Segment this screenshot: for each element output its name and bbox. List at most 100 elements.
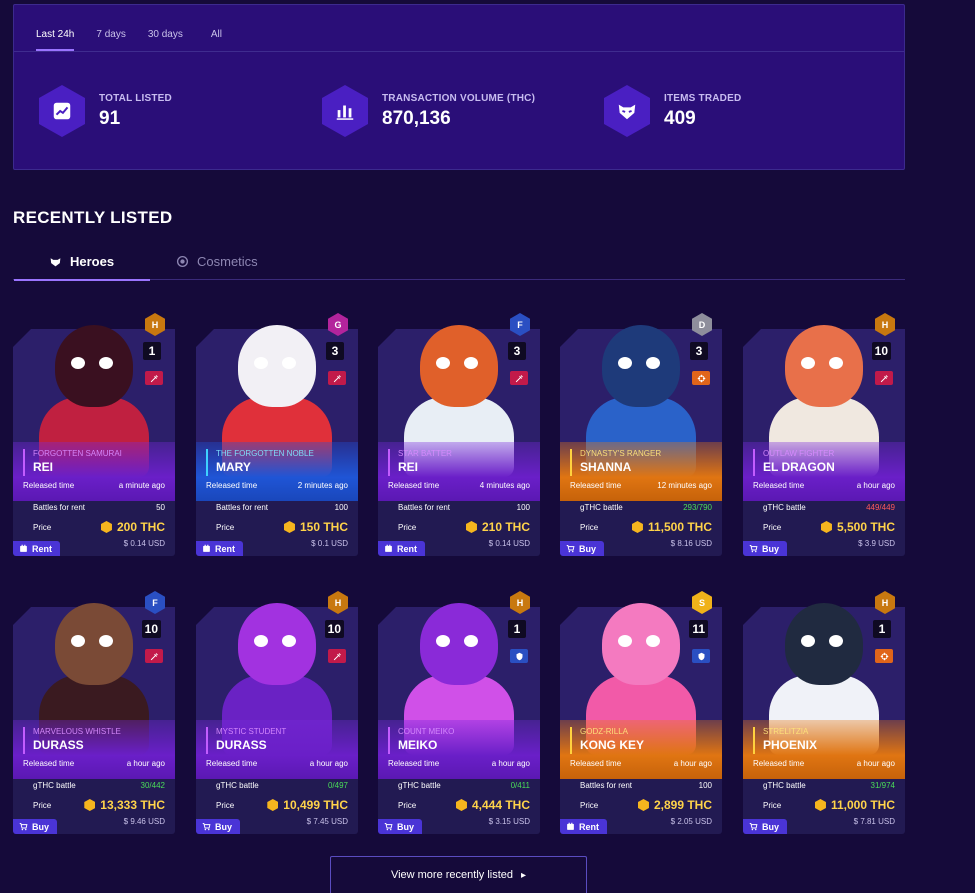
released-label: Released time xyxy=(388,759,440,768)
released-label: Released time xyxy=(206,759,258,768)
class-icon xyxy=(510,649,528,663)
rent-icon xyxy=(567,822,574,830)
tab-last-24h[interactable]: Last 24h xyxy=(36,5,75,51)
usd-value: $ 0.14 USD xyxy=(123,539,165,548)
rent-button[interactable]: Rent xyxy=(196,541,243,556)
level-badge: 10 xyxy=(324,620,344,638)
rent-button[interactable]: Rent xyxy=(560,819,607,834)
coin-icon xyxy=(465,521,477,533)
hero-card[interactable]: G 3 THE FORGOTTEN NOBLE MARY Released time 2 … xyxy=(196,301,358,556)
row-label: gTHC battle xyxy=(216,781,259,790)
price-label: Price xyxy=(763,522,782,532)
price-value: 150 THC xyxy=(299,520,348,534)
hero-title: MARVELOUS WHISTLE xyxy=(33,727,121,736)
row-value: 293/790 xyxy=(683,503,712,512)
hero-card[interactable]: H 1 STRELITZIA PHOENIX Released time a hour a… xyxy=(743,579,905,834)
coin-icon xyxy=(100,521,112,533)
released-label: Released time xyxy=(753,759,805,768)
row-value: 0/411 xyxy=(510,781,530,790)
rent-button[interactable]: Rent xyxy=(378,541,425,556)
usd-value: $ 2.05 USD xyxy=(670,817,712,826)
price-value: 200 THC xyxy=(116,520,165,534)
buy-button[interactable]: Buy xyxy=(196,819,241,834)
coin-icon xyxy=(455,799,467,811)
price-value: 210 THC xyxy=(481,520,530,534)
view-more-button[interactable]: View more recently listed ▸ xyxy=(330,856,587,893)
buy-button[interactable]: Buy xyxy=(743,819,788,834)
buy-button[interactable]: Buy xyxy=(378,819,423,834)
released-time: a minute ago xyxy=(118,481,165,490)
level-badge: 3 xyxy=(326,342,344,360)
price-value: 2,899 THC xyxy=(653,798,712,812)
row-label: Battles for rent xyxy=(216,503,269,512)
released-time: 12 minutes ago xyxy=(657,481,712,490)
tab-30-days[interactable]: 30 days xyxy=(148,5,183,51)
released-time: a hour ago xyxy=(491,759,530,768)
hero-info: STRELITZIA PHOENIX Released time a hour ago xyxy=(743,720,905,779)
hero-artwork: D 3 DYNASTY'S RANGER SHANNA Released time 12 … xyxy=(560,301,722,501)
hero-artwork: G 3 THE FORGOTTEN NOBLE MARY Released time 2 … xyxy=(196,301,358,501)
stat-total-listed: TOTAL LISTED 91 xyxy=(39,85,172,137)
released-time: 2 minutes ago xyxy=(297,481,348,490)
hero-card[interactable]: D 3 DYNASTY'S RANGER SHANNA Released time 12 … xyxy=(560,301,722,556)
action-label: Rent xyxy=(215,543,235,554)
hero-card[interactable]: H 10 OUTLAW FIGHTER EL DRAGON Released time a… xyxy=(743,301,905,556)
row-value: 100 xyxy=(516,503,530,512)
hero-artwork: H 10 OUTLAW FIGHTER EL DRAGON Released time a… xyxy=(743,301,905,501)
rent-icon xyxy=(385,544,392,552)
hero-artwork: F 3 STAR BATTER REI Released time 4 minutes a… xyxy=(378,301,540,501)
action-label: Rent xyxy=(32,543,52,554)
released-label: Released time xyxy=(570,759,622,768)
hero-card[interactable]: H 10 MYSTIC STUDENT DURASS Released time a ho… xyxy=(196,579,358,834)
view-more-label: View more recently listed xyxy=(390,869,514,881)
class-icon xyxy=(328,371,346,385)
action-label: Rent xyxy=(579,821,599,832)
stats-panel: Last 24h 7 days 30 days All TOTAL LISTED… xyxy=(13,4,905,170)
released-label: Released time xyxy=(23,481,75,490)
tab-all[interactable]: All xyxy=(211,5,222,51)
hero-card[interactable]: H 1 FORGOTTEN SAMURAI REI Released time a min… xyxy=(13,301,175,556)
price-label: Price xyxy=(398,800,417,810)
hero-card[interactable]: S 11 GODZ-RILLA KONG KEY Released time a hour… xyxy=(560,579,722,834)
usd-value: $ 0.1 USD xyxy=(311,539,348,548)
class-icon xyxy=(875,371,893,385)
tab-7-days[interactable]: 7 days xyxy=(96,5,125,51)
hero-card[interactable]: F 10 MARVELOUS WHISTLE DURASS Released time a… xyxy=(13,579,175,834)
stat-value: 870,136 xyxy=(382,107,451,129)
cart-icon xyxy=(749,823,758,831)
hero-info: OUTLAW FIGHTER EL DRAGON Released time a ho… xyxy=(743,442,905,501)
level-badge: 10 xyxy=(141,620,161,638)
rent-button[interactable]: Rent xyxy=(13,541,60,556)
price-label: Price xyxy=(216,522,235,532)
price-value: 5,500 THC xyxy=(836,520,895,534)
class-icon xyxy=(328,649,346,663)
hero-card[interactable]: F 3 STAR BATTER REI Released time 4 minutes a… xyxy=(378,301,540,556)
category-tabs: Heroes Cosmetics xyxy=(13,243,905,281)
cart-icon xyxy=(384,823,393,831)
released-label: Released time xyxy=(388,481,440,490)
level-badge: 3 xyxy=(690,342,708,360)
hero-name: PHOENIX xyxy=(763,738,818,752)
tab-cosmetics[interactable]: Cosmetics xyxy=(176,243,258,280)
level-badge: 1 xyxy=(508,620,526,638)
row-label: Battles for rent xyxy=(33,503,86,512)
row-label: gTHC battle xyxy=(763,503,806,512)
price-label: Price xyxy=(580,800,599,810)
buy-button[interactable]: Buy xyxy=(743,541,788,556)
bar-chart-icon xyxy=(322,85,368,137)
hero-name: KONG KEY xyxy=(580,738,645,752)
released-label: Released time xyxy=(753,481,805,490)
stat-transaction-volume: TRANSACTION VOLUME (THC) 870,136 xyxy=(322,85,535,137)
tab-heroes[interactable]: Heroes xyxy=(13,243,151,281)
hero-title: MYSTIC STUDENT xyxy=(216,727,287,736)
row-label: Battles for rent xyxy=(398,503,451,512)
buy-button[interactable]: Buy xyxy=(13,819,58,834)
hero-card[interactable]: H 1 COUNT MEIKO MEIKO Released time a hour ag… xyxy=(378,579,540,834)
buy-button[interactable]: Buy xyxy=(560,541,605,556)
level-badge: 1 xyxy=(873,620,891,638)
tab-label: Cosmetics xyxy=(197,254,258,269)
helmet-icon xyxy=(50,258,61,267)
released-time: a hour ago xyxy=(673,759,712,768)
released-time: a hour ago xyxy=(856,759,895,768)
mask-icon xyxy=(604,85,650,137)
